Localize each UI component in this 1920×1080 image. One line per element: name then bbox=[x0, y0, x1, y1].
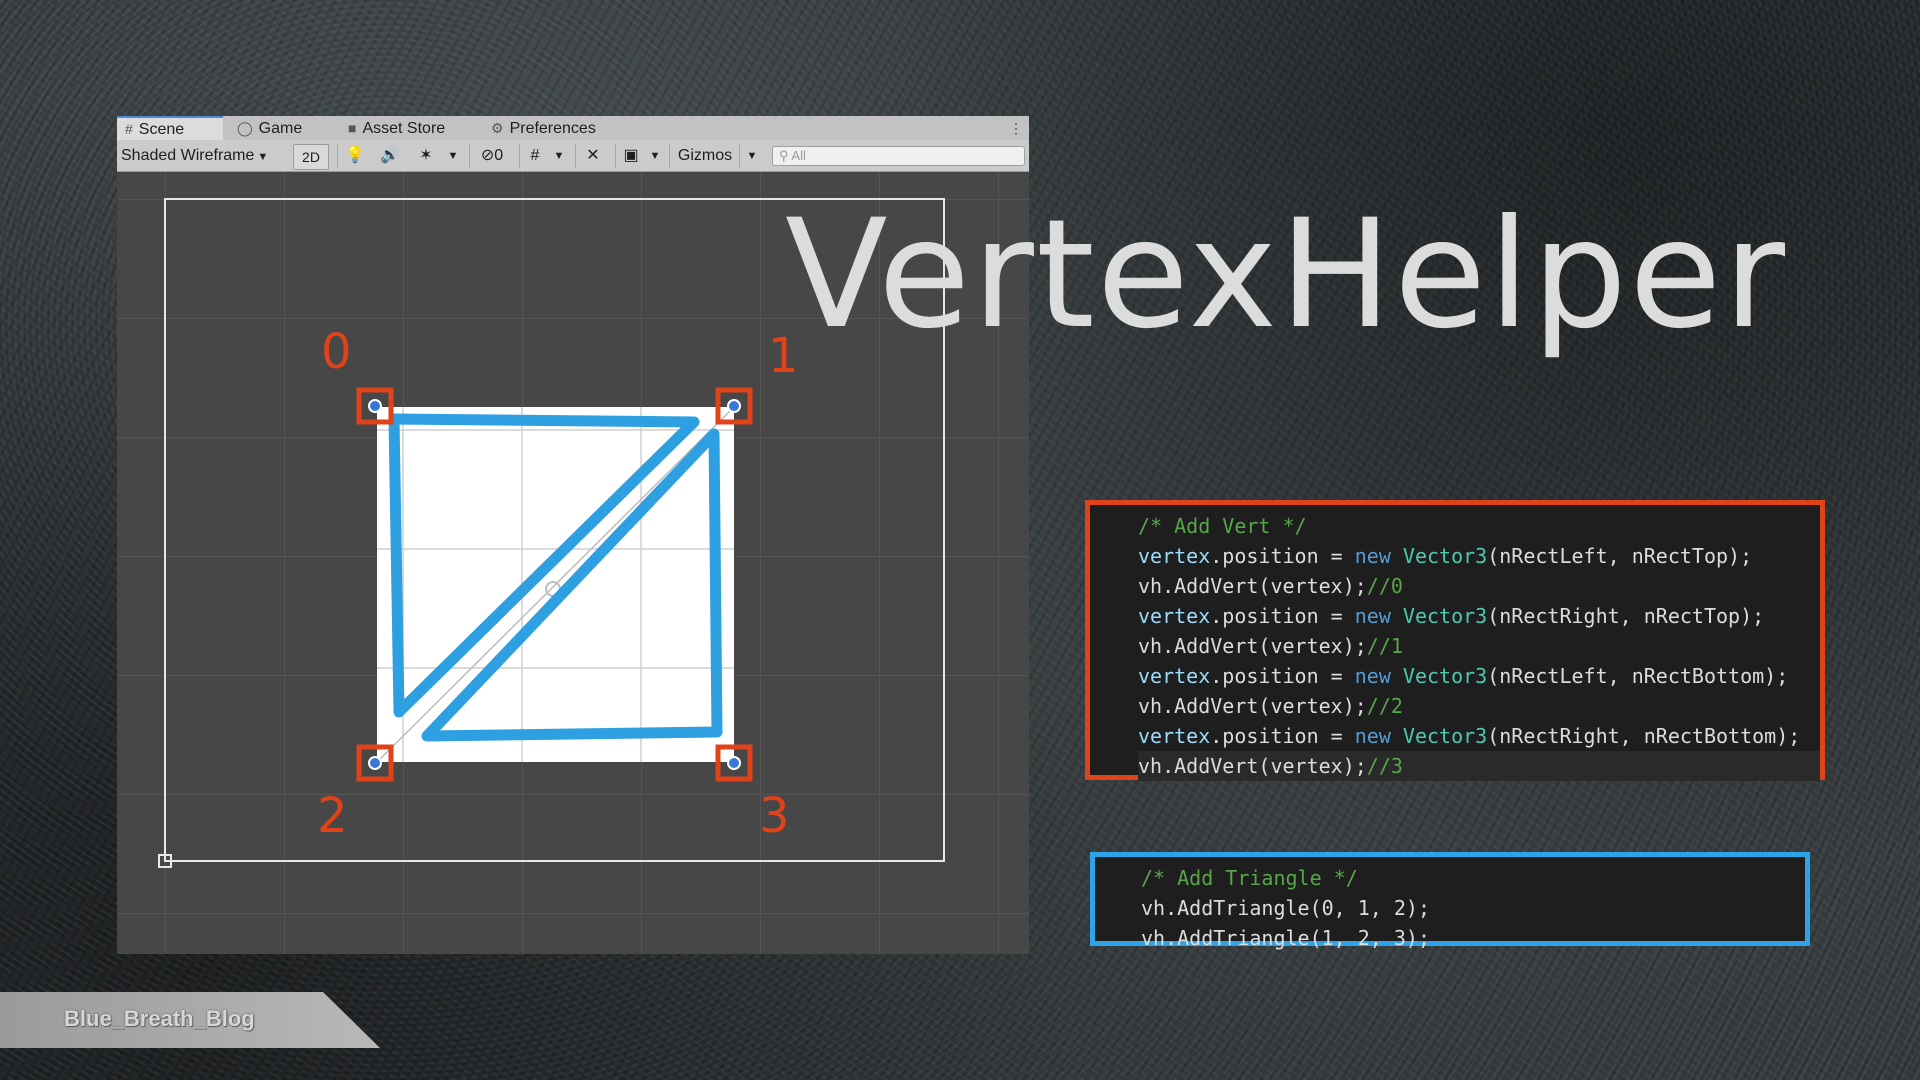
code-line: vh.AddVert(vertex);//0 bbox=[1138, 574, 1403, 598]
hidden-objects-toggle[interactable]: ⊘0 bbox=[469, 144, 514, 168]
audio-toggle-icon[interactable]: 🔊 bbox=[373, 144, 407, 168]
tab-scene[interactable]: # Scene bbox=[117, 116, 223, 140]
add-vert-code-block: /* Add Vert */ vertex.position = new Vec… bbox=[1085, 500, 1825, 781]
2d-toggle-button[interactable]: 2D bbox=[293, 144, 329, 170]
vertex-handle-0[interactable] bbox=[368, 399, 382, 413]
code-line: vh.AddTriangle(1, 2, 3); bbox=[1141, 926, 1430, 950]
code-line: vertex.position = new Vector3(nRectRight… bbox=[1138, 724, 1801, 748]
shading-mode-dropdown[interactable]: Shaded Wireframe ▼ bbox=[121, 144, 268, 168]
tab-game[interactable]: ◯ Game bbox=[229, 116, 310, 140]
tab-preferences[interactable]: ⚙ Preferences bbox=[483, 116, 604, 140]
code-line: vertex.position = new Vector3(nRectRight… bbox=[1138, 604, 1765, 628]
vertex-label-3: 3 bbox=[759, 788, 790, 844]
vertex-label-2: 2 bbox=[317, 788, 348, 844]
effects-toggle-icon[interactable]: ✶ bbox=[409, 144, 443, 168]
effects-dropdown-icon[interactable]: ▼ bbox=[443, 144, 463, 168]
code-line: vh.AddVert(vertex);//1 bbox=[1138, 634, 1403, 658]
grid-icon: # bbox=[125, 121, 133, 137]
tab-label: Asset Store bbox=[362, 120, 446, 137]
code-line: vh.AddTriangle(0, 1, 2); bbox=[1141, 896, 1430, 920]
tab-asset-store[interactable]: ■ Asset Store bbox=[340, 116, 453, 140]
code-line: vertex.position = new Vector3(nRectLeft,… bbox=[1138, 664, 1789, 688]
add-triangle-code-block: /* Add Triangle */ vh.AddTriangle(0, 1, … bbox=[1090, 852, 1810, 950]
tools-icon[interactable]: ✕ bbox=[575, 144, 610, 168]
hidden-count: 0 bbox=[494, 147, 504, 164]
search-icon: ⚲ bbox=[779, 148, 792, 163]
page-title: VertexHelper bbox=[785, 188, 1788, 362]
vertex-handle-3[interactable] bbox=[727, 756, 741, 770]
scene-search-input[interactable]: ⚲ All bbox=[772, 146, 1025, 166]
gamepad-icon: ◯ bbox=[237, 120, 253, 136]
lighting-toggle-icon[interactable]: 💡 bbox=[337, 144, 372, 168]
vertex-handle-1[interactable] bbox=[727, 399, 741, 413]
gear-icon: ⚙ bbox=[491, 120, 504, 136]
grid-dropdown-icon[interactable]: ▼ bbox=[549, 144, 569, 168]
tab-label: Game bbox=[258, 120, 303, 137]
watermark-banner: Blue_Breath_Blog bbox=[0, 992, 380, 1048]
vertex-label-0: 0 bbox=[321, 324, 352, 380]
search-placeholder: All bbox=[791, 148, 806, 163]
camera-icon[interactable]: ▣ bbox=[615, 144, 646, 168]
grid-toggle-icon[interactable]: # bbox=[519, 144, 550, 168]
eye-slash-icon: ⊘ bbox=[480, 147, 495, 164]
code-line: vh.AddVert(vertex);//2 bbox=[1138, 694, 1403, 718]
code-comment: /* Add Triangle */ bbox=[1141, 866, 1358, 890]
code-line: vertex.position = new Vector3(nRectLeft,… bbox=[1138, 544, 1753, 568]
tab-label: Scene bbox=[138, 121, 185, 138]
more-options-icon[interactable]: ⋮ bbox=[1009, 116, 1023, 140]
tab-label: Preferences bbox=[509, 120, 596, 137]
watermark-text: Blue_Breath_Blog bbox=[64, 1006, 255, 1031]
gizmos-dropdown-icon[interactable]: ▼ bbox=[739, 144, 764, 168]
shading-mode-label: Shaded Wireframe bbox=[121, 147, 255, 164]
vertex-handle-2[interactable] bbox=[368, 756, 382, 770]
code-line: vh.AddVert(vertex);//3 bbox=[1138, 751, 1820, 781]
chevron-down-icon: ▼ bbox=[257, 151, 269, 163]
bag-icon: ■ bbox=[348, 120, 357, 136]
code-comment: /* Add Vert */ bbox=[1138, 514, 1307, 538]
scene-toolbar: Shaded Wireframe ▼ 2D 💡 🔊 ✶ ▼ ⊘0 # ▼ ✕ ▣ … bbox=[117, 140, 1029, 172]
tab-bar: # Scene ◯ Game ■ Asset Store ⚙ Preferences ⋮ bbox=[117, 116, 1029, 140]
camera-dropdown-icon[interactable]: ▼ bbox=[645, 144, 665, 168]
gizmos-button[interactable]: Gizmos bbox=[669, 144, 740, 168]
